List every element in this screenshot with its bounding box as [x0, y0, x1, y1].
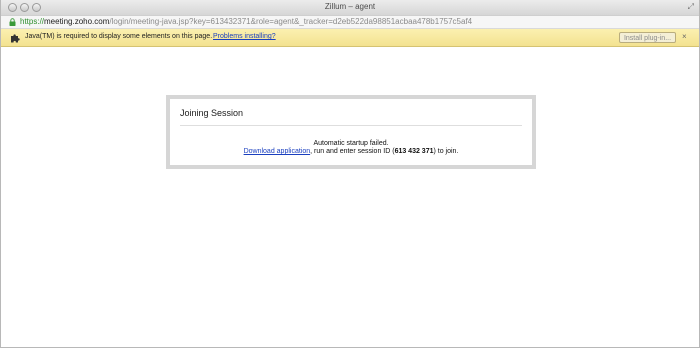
startup-failed-text: Automatic startup failed. [313, 140, 389, 147]
divider [180, 125, 522, 126]
joining-session-dialog: Joining Session Automatic startup failed… [166, 95, 536, 169]
plugin-warning-text: Java(TM) is required to display some ele… [25, 33, 213, 40]
address-bar[interactable]: https://meeting.zoho.com/login/meeting-j… [1, 15, 699, 29]
dialog-body: Joining Session Automatic startup failed… [170, 99, 532, 165]
download-application-link[interactable]: Download application [244, 148, 311, 155]
puzzle-piece-icon [11, 34, 20, 43]
instructions-text: Download application, run and enter sess… [170, 148, 532, 155]
url-scheme: https:// [20, 17, 45, 26]
close-icon[interactable]: × [682, 32, 687, 41]
window-title: Zillum – agent [324, 2, 376, 11]
instructions-mid: , run and enter session ID ( [310, 148, 395, 155]
fullscreen-icon[interactable]: ⤢ [688, 2, 694, 12]
session-id: 613 432 371 [394, 148, 434, 155]
problems-installing-link[interactable]: Problems installing? [213, 33, 276, 40]
url-host: meeting.zoho.com [44, 17, 110, 26]
title-bar: Zillum – agent ⤢ [1, 0, 699, 15]
instructions-end: ) to join. [433, 148, 459, 155]
browser-window: Zillum – agent ⤢ https://meeting.zoho.co… [0, 0, 700, 348]
url-path: /login/meeting-java.jsp?key=613432371&ro… [109, 17, 473, 26]
plugin-info-bar: Java(TM) is required to display some ele… [1, 29, 699, 47]
lock-icon [9, 18, 16, 26]
dialog-title: Joining Session [180, 108, 244, 118]
install-plugin-button[interactable]: Install plug-in... [619, 32, 676, 43]
url-text[interactable]: https://meeting.zoho.com/login/meeting-j… [20, 17, 472, 26]
